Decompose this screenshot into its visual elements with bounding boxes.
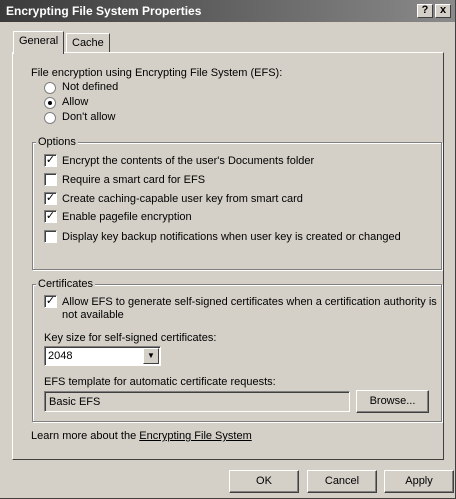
tab-general[interactable]: General — [13, 31, 65, 54]
efs-template-label: EFS template for automatic certificate r… — [44, 376, 276, 388]
tab-cache[interactable]: Cache — [66, 33, 110, 53]
checkbox-caching-key[interactable]: ✓ — [44, 192, 57, 205]
tab-cache-label: Cache — [72, 37, 104, 49]
properties-dialog: Encrypting File System Properties ? x Ge… — [0, 0, 456, 499]
checkbox-pagefile-encryption-label[interactable]: Enable pagefile encryption — [62, 211, 192, 223]
close-button[interactable]: x — [435, 4, 451, 18]
apply-button[interactable]: Apply — [384, 470, 454, 493]
key-size-value: 2048 — [48, 350, 73, 362]
help-button[interactable]: ? — [417, 4, 433, 18]
radio-dont-allow-label[interactable]: Don't allow — [62, 111, 115, 123]
checkbox-key-backup-notifications-label[interactable]: Display key backup notifications when us… — [62, 231, 401, 243]
browse-button[interactable]: Browse... — [356, 390, 429, 413]
cancel-button[interactable]: Cancel — [307, 470, 377, 493]
efs-template-field: Basic EFS — [44, 391, 350, 412]
tab-general-label: General — [19, 35, 59, 47]
window-title: Encrypting File System Properties — [6, 4, 202, 18]
checkbox-encrypt-documents[interactable]: ✓ — [44, 154, 57, 167]
radio-selected-dot — [48, 101, 52, 105]
key-size-label: Key size for self-signed certificates: — [44, 332, 217, 344]
checkbox-allow-self-signed-label[interactable]: Allow EFS to generate self-signed certif… — [62, 296, 437, 308]
checkbox-require-smart-card-label[interactable]: Require a smart card for EFS — [62, 174, 205, 186]
radio-not-defined-label[interactable]: Not defined — [62, 81, 118, 93]
key-size-select[interactable]: 2048 ▼ — [44, 346, 161, 366]
checkbox-key-backup-notifications[interactable] — [44, 230, 57, 243]
radio-allow[interactable] — [44, 97, 56, 109]
learn-more-link[interactable]: Encrypting File System — [139, 430, 251, 442]
learn-more-text: Learn more about the Encrypting File Sys… — [31, 430, 252, 442]
certificates-group-title: Certificates — [36, 278, 96, 290]
radio-dont-allow[interactable] — [44, 112, 56, 124]
radio-not-defined[interactable] — [44, 82, 56, 94]
checkbox-encrypt-documents-label[interactable]: Encrypt the contents of the user's Docum… — [62, 155, 314, 167]
efs-policy-label: File encryption using Encrypting File Sy… — [31, 67, 283, 79]
checkbox-allow-self-signed-label-cont[interactable]: not available — [62, 309, 124, 321]
efs-template-value: Basic EFS — [49, 396, 101, 408]
options-group-title: Options — [36, 136, 78, 148]
checkbox-caching-key-label[interactable]: Create caching-capable user key from sma… — [62, 193, 303, 205]
chevron-down-icon[interactable]: ▼ — [143, 348, 159, 364]
ok-button[interactable]: OK — [229, 470, 299, 493]
checkbox-allow-self-signed[interactable]: ✓ — [44, 295, 57, 308]
title-bar[interactable]: Encrypting File System Properties ? x — [0, 0, 455, 22]
radio-allow-label[interactable]: Allow — [62, 96, 88, 108]
checkbox-require-smart-card[interactable] — [44, 173, 57, 186]
learn-more-prefix: Learn more about the — [31, 430, 140, 442]
checkbox-pagefile-encryption[interactable]: ✓ — [44, 210, 57, 223]
